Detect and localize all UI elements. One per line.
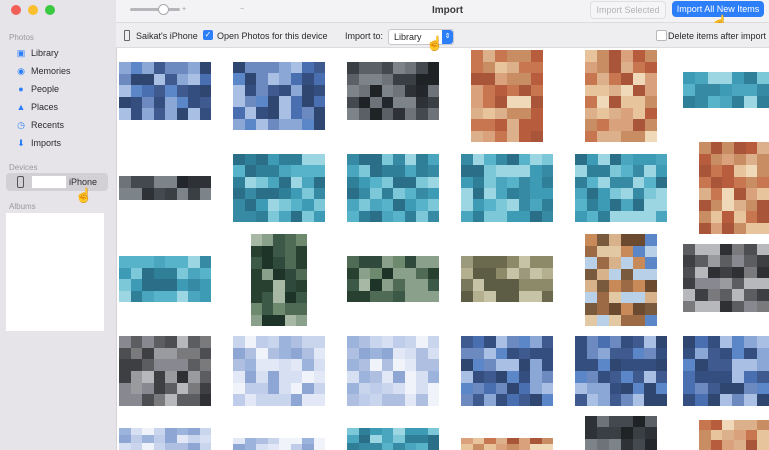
sidebar-item-label: Places: [31, 102, 59, 112]
import-selected-button[interactable]: Import Selected: [590, 1, 666, 19]
minimize-window-button[interactable]: [28, 5, 38, 15]
hand-pointer-cursor-icon: ☝: [75, 187, 93, 203]
photo-thumbnail[interactable]: [683, 244, 769, 312]
memories-icon: ◉: [17, 65, 25, 76]
sidebar-item-memories[interactable]: ◉ Memories: [16, 63, 71, 79]
zoom-in-icon: +: [182, 6, 187, 13]
albums-section-title: Albums: [9, 202, 36, 211]
sidebar-item-places[interactable]: ▲ Places: [16, 99, 58, 115]
photo-thumbnail[interactable]: [683, 336, 769, 406]
photo-thumbnail[interactable]: [585, 50, 657, 142]
photo-thumbnail[interactable]: [683, 72, 769, 108]
photos-section-title: Photos: [9, 33, 34, 42]
sidebar-item-imports[interactable]: ⬇ Imports: [16, 135, 61, 151]
photo-thumbnail[interactable]: [347, 256, 439, 302]
imports-icon: ⬇: [17, 137, 25, 148]
photo-thumbnail[interactable]: [699, 420, 769, 450]
photo-thumbnail[interactable]: [347, 154, 439, 222]
photo-thumbnail[interactable]: [461, 438, 553, 450]
photo-thumbnail[interactable]: [119, 336, 211, 406]
thumbnail-size-slider-knob[interactable]: [158, 4, 169, 15]
sidebar-item-label: Library: [31, 48, 59, 58]
thumbnail-size-slider[interactable]: [130, 8, 180, 11]
import-to-select[interactable]: Library ⇕: [388, 29, 454, 45]
window-title: Import: [432, 5, 464, 16]
photo-thumbnail[interactable]: [119, 62, 211, 120]
photo-thumbnail[interactable]: [575, 336, 667, 406]
photo-thumbnail[interactable]: [233, 62, 325, 130]
sidebar-item-label: Memories: [31, 66, 71, 76]
photo-thumbnail[interactable]: [233, 154, 325, 222]
people-icon: ●: [18, 84, 24, 94]
photo-thumbnail[interactable]: [585, 416, 657, 450]
sidebar: Photos ▣ Library ◉ Memories ● People ▲ P…: [0, 0, 117, 450]
photo-thumbnail[interactable]: [461, 154, 553, 222]
photo-thumbnail[interactable]: [347, 428, 439, 450]
photo-thumbnail[interactable]: [461, 256, 553, 302]
photo-thumbnail[interactable]: [233, 336, 325, 406]
recents-icon: ◷: [17, 119, 25, 130]
photo-thumbnail[interactable]: [119, 428, 211, 450]
photo-thumbnail[interactable]: [575, 154, 667, 222]
sidebar-item-label: Recents: [31, 120, 65, 130]
device-name: Saikat's iPhone: [136, 31, 198, 41]
zoom-out-icon: −: [240, 6, 245, 13]
photo-grid: [116, 48, 769, 450]
photo-thumbnail[interactable]: [233, 438, 325, 450]
import-window: Photos ▣ Library ◉ Memories ● People ▲ P…: [0, 0, 769, 450]
photo-thumbnail[interactable]: [119, 256, 211, 302]
delete-after-import-checkbox[interactable]: [656, 30, 667, 41]
sidebar-item-label: People: [31, 84, 60, 94]
open-photos-label: Open Photos for this device: [217, 31, 328, 41]
delete-after-import-label: Delete items after import: [668, 31, 767, 41]
import-to-value: Library: [394, 32, 422, 42]
photo-thumbnail[interactable]: [347, 62, 439, 120]
photo-thumbnail[interactable]: [461, 336, 553, 406]
open-photos-checkbox[interactable]: ✓: [203, 30, 213, 40]
sidebar-item-library[interactable]: ▣ Library: [16, 45, 59, 61]
sidebar-device-iphone[interactable]: iPhone: [6, 173, 108, 191]
maximize-window-button[interactable]: [45, 5, 55, 15]
iphone-icon: [17, 176, 24, 188]
photo-thumbnail[interactable]: [119, 176, 211, 200]
photo-thumbnail[interactable]: [347, 336, 439, 406]
device-name-redaction: [32, 176, 66, 188]
devices-section-title: Devices: [9, 163, 38, 172]
import-to-label: Import to:: [345, 31, 384, 41]
photo-thumbnail[interactable]: [585, 234, 657, 326]
photo-thumbnail[interactable]: [699, 142, 769, 234]
photo-thumbnail[interactable]: [471, 50, 543, 142]
sidebar-item-label: Imports: [31, 138, 62, 148]
chevron-updown-icon: ⇕: [442, 30, 453, 44]
iphone-icon: [124, 30, 130, 41]
photo-thumbnail[interactable]: [251, 234, 307, 326]
places-icon: ▲: [16, 102, 26, 112]
sidebar-item-people[interactable]: ● People: [16, 81, 59, 97]
device-label: iPhone: [69, 177, 98, 187]
close-window-button[interactable]: [11, 5, 21, 15]
sidebar-item-recents[interactable]: ◷ Recents: [16, 117, 64, 133]
photo-library-icon: ▣: [16, 47, 26, 58]
albums-list: [6, 213, 104, 331]
window-controls: [11, 5, 55, 15]
